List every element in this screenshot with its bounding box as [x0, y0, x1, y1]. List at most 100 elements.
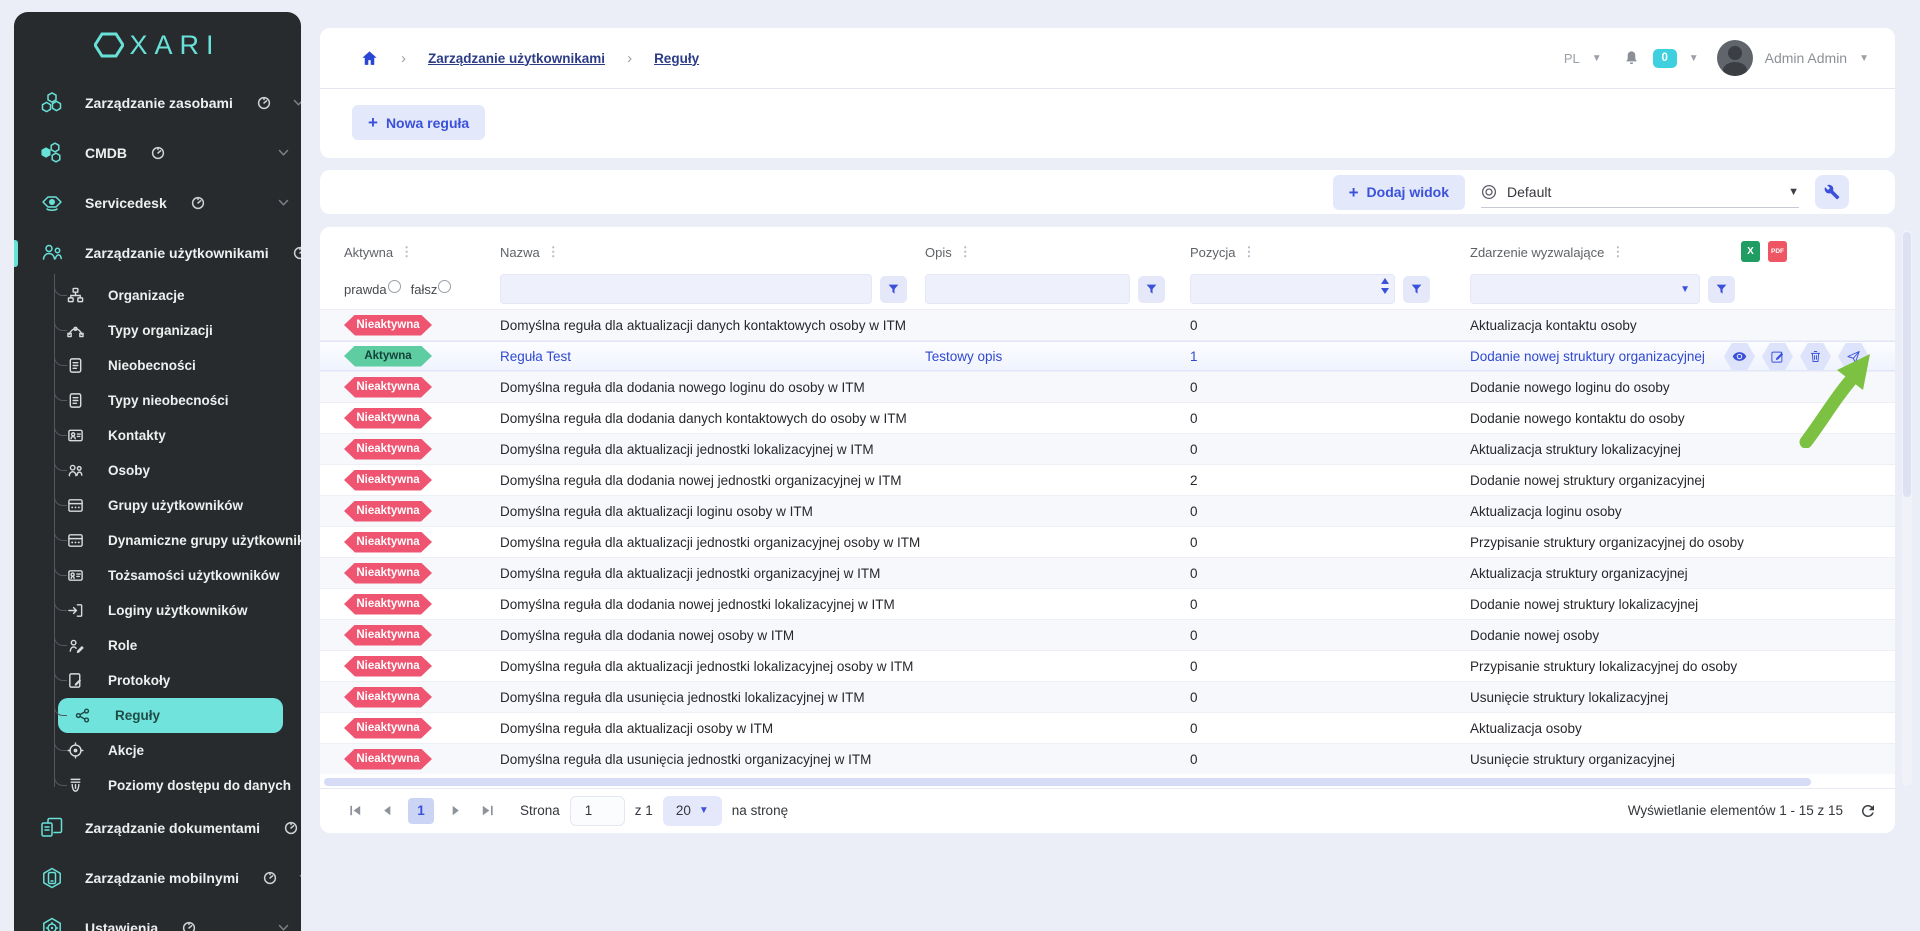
stepper-down-icon[interactable]: [1381, 288, 1389, 294]
current-page-button[interactable]: 1: [408, 798, 434, 824]
sidebar-item-role[interactable]: Role: [14, 628, 301, 663]
column-header-aktywna[interactable]: Aktywna⋮: [344, 244, 500, 260]
column-menu-icon[interactable]: ⋮: [959, 244, 972, 260]
chevron-down-icon[interactable]: [278, 149, 289, 157]
column-menu-icon[interactable]: ⋮: [1243, 244, 1256, 260]
event-filter-select[interactable]: ▼: [1470, 274, 1700, 304]
chevron-down-icon[interactable]: ▼: [1592, 53, 1602, 64]
page-size-select[interactable]: 20▼: [663, 796, 722, 826]
scrollbar-thumb[interactable]: [324, 778, 1811, 786]
last-page-button[interactable]: [476, 800, 498, 822]
sidebar-item-osoby[interactable]: Osoby: [14, 453, 301, 488]
sidebar-item-ustawienia[interactable]: Ustawienia: [14, 903, 301, 931]
column-header-nazwa[interactable]: Nazwa⋮: [500, 244, 925, 260]
notification-badge[interactable]: 0: [1653, 49, 1677, 68]
next-page-button[interactable]: [444, 800, 466, 822]
sidebar-item-kontakty[interactable]: Kontakty: [14, 418, 301, 453]
filter-true-option[interactable]: prawda: [344, 282, 401, 297]
sidebar-item-zarzadzanie-uzytkownikami[interactable]: Zarządzanie użytkownikami: [14, 228, 301, 278]
description-filter-input[interactable]: [925, 274, 1130, 304]
prev-page-button[interactable]: [376, 800, 398, 822]
sidebar-item-nieobecnosci[interactable]: Nieobecności: [14, 348, 301, 383]
radio-icon[interactable]: [438, 280, 451, 293]
radio-icon[interactable]: [388, 280, 401, 293]
chevron-down-icon[interactable]: [278, 924, 289, 931]
rule-name[interactable]: Reguła Test: [500, 349, 925, 364]
sidebar-item-organizacje[interactable]: Organizacje: [14, 278, 301, 313]
position-filter-input[interactable]: [1190, 274, 1395, 304]
bell-icon[interactable]: [1622, 49, 1641, 68]
language-selector[interactable]: PL: [1564, 51, 1580, 66]
sidebar-item-typy-nieobecnosci[interactable]: Typy nieobecności: [14, 383, 301, 418]
edit-button[interactable]: [1762, 343, 1793, 370]
excel-export-icon[interactable]: X: [1741, 241, 1760, 262]
table-row[interactable]: NieaktywnaDomyślna reguła dla usunięcia …: [320, 681, 1895, 712]
table-row[interactable]: NieaktywnaDomyślna reguła dla aktualizac…: [320, 650, 1895, 681]
sidebar-item-reguly[interactable]: Reguły: [14, 698, 301, 733]
table-row[interactable]: NieaktywnaDomyślna reguła dla usunięcia …: [320, 743, 1895, 774]
chevron-down-icon[interactable]: ▼: [1689, 53, 1699, 64]
view-settings-button[interactable]: [1815, 175, 1849, 209]
event-filter-button[interactable]: [1708, 276, 1735, 303]
table-row[interactable]: NieaktywnaDomyślna reguła dla aktualizac…: [320, 309, 1895, 340]
column-menu-icon[interactable]: ⋮: [547, 244, 560, 260]
sidebar-item-zarzadzanie-zasobami[interactable]: Zarządzanie zasobami: [14, 78, 301, 128]
stepper-up-icon[interactable]: [1381, 278, 1389, 284]
run-button[interactable]: [1838, 343, 1869, 370]
column-header-zdarzenie[interactable]: Zdarzenie wyzwalające⋮: [1470, 244, 1865, 260]
name-filter-button[interactable]: [880, 276, 907, 303]
number-stepper[interactable]: [1381, 278, 1389, 294]
table-row[interactable]: NieaktywnaDomyślna reguła dla dodania no…: [320, 464, 1895, 495]
sidebar-item-protokoly[interactable]: Protokoły: [14, 663, 301, 698]
chevron-down-icon[interactable]: [299, 874, 301, 882]
page-number-input[interactable]: [570, 796, 625, 826]
sidebar-item-poziomy-dostepu-do-danych[interactable]: Poziomy dostępu do danych: [14, 768, 301, 803]
filter-false-option[interactable]: fałsz: [411, 282, 452, 297]
table-row[interactable]: NieaktywnaDomyślna reguła dla dodania no…: [320, 371, 1895, 402]
column-header-opis[interactable]: Opis⋮: [925, 244, 1190, 260]
column-menu-icon[interactable]: ⋮: [400, 244, 413, 260]
table-row[interactable]: NieaktywnaDomyślna reguła dla dodania no…: [320, 588, 1895, 619]
preview-button[interactable]: [1724, 343, 1755, 370]
position-filter-button[interactable]: [1403, 276, 1430, 303]
sidebar-item-zarzadzanie-mobilnymi[interactable]: Zarządzanie mobilnymi: [14, 853, 301, 903]
column-menu-icon[interactable]: ⋮: [1611, 244, 1624, 260]
description-filter-button[interactable]: [1138, 276, 1165, 303]
new-rule-button[interactable]: + Nowa reguła: [352, 105, 485, 140]
rule-event: Dodanie nowej struktury lokalizacyjnej: [1470, 597, 1865, 612]
sidebar-item-typy-organizacji[interactable]: Typy organizacji: [14, 313, 301, 348]
first-page-button[interactable]: [344, 800, 366, 822]
table-row[interactable]: NieaktywnaDomyślna reguła dla aktualizac…: [320, 557, 1895, 588]
sidebar-item-akcje[interactable]: Akcje: [14, 733, 301, 768]
scrollbar-thumb[interactable]: [1903, 232, 1911, 497]
chevron-down-icon[interactable]: [278, 199, 289, 207]
sidebar-item-grupy-uzytkownikow[interactable]: Grupy użytkowników: [14, 488, 301, 523]
sidebar-item-dynamiczne-grupy-uzytkownikow[interactable]: Dynamiczne grupy użytkowników: [14, 523, 301, 558]
table-row[interactable]: NieaktywnaDomyślna reguła dla aktualizac…: [320, 495, 1895, 526]
people-icon: [67, 462, 84, 479]
view-select[interactable]: Default ▼: [1481, 176, 1799, 208]
sidebar-item-zarzadzanie-dokumentami[interactable]: Zarządzanie dokumentami: [14, 803, 301, 853]
refresh-icon[interactable]: [1859, 802, 1877, 820]
table-row[interactable]: NieaktywnaDomyślna reguła dla dodania no…: [320, 619, 1895, 650]
sidebar-item-cmdb[interactable]: CMDB: [14, 128, 301, 178]
table-row[interactable]: NieaktywnaDomyślna reguła dla aktualizac…: [320, 526, 1895, 557]
delete-button[interactable]: [1800, 343, 1831, 370]
name-filter-input[interactable]: [500, 274, 872, 304]
sidebar-item-tozsamosci-uzytkownikow[interactable]: Tożsamości użytkowników: [14, 558, 301, 593]
breadcrumb-link-users[interactable]: Zarządzanie użytkownikami: [428, 51, 605, 66]
sidebar-item-loginy-uzytkownikow[interactable]: Loginy użytkowników: [14, 593, 301, 628]
table-row[interactable]: NieaktywnaDomyślna reguła dla aktualizac…: [320, 433, 1895, 464]
chevron-down-icon[interactable]: [293, 99, 301, 107]
pdf-export-icon[interactable]: PDF: [1768, 241, 1787, 262]
sidebar-item-servicedesk[interactable]: Servicedesk: [14, 178, 301, 228]
home-icon[interactable]: [360, 49, 379, 68]
table-row[interactable]: NieaktywnaDomyślna reguła dla dodania da…: [320, 402, 1895, 433]
add-view-button[interactable]: + Dodaj widok: [1333, 175, 1465, 210]
breadcrumb-link-rules[interactable]: Reguły: [654, 51, 699, 66]
table-row[interactable]: NieaktywnaDomyślna reguła dla aktualizac…: [320, 712, 1895, 743]
table-row[interactable]: AktywnaReguła TestTestowy opis1Dodanie n…: [320, 340, 1895, 371]
chevron-down-icon[interactable]: ▼: [1859, 53, 1869, 64]
avatar[interactable]: [1717, 40, 1753, 76]
column-header-pozycja[interactable]: Pozycja⋮: [1190, 244, 1470, 260]
